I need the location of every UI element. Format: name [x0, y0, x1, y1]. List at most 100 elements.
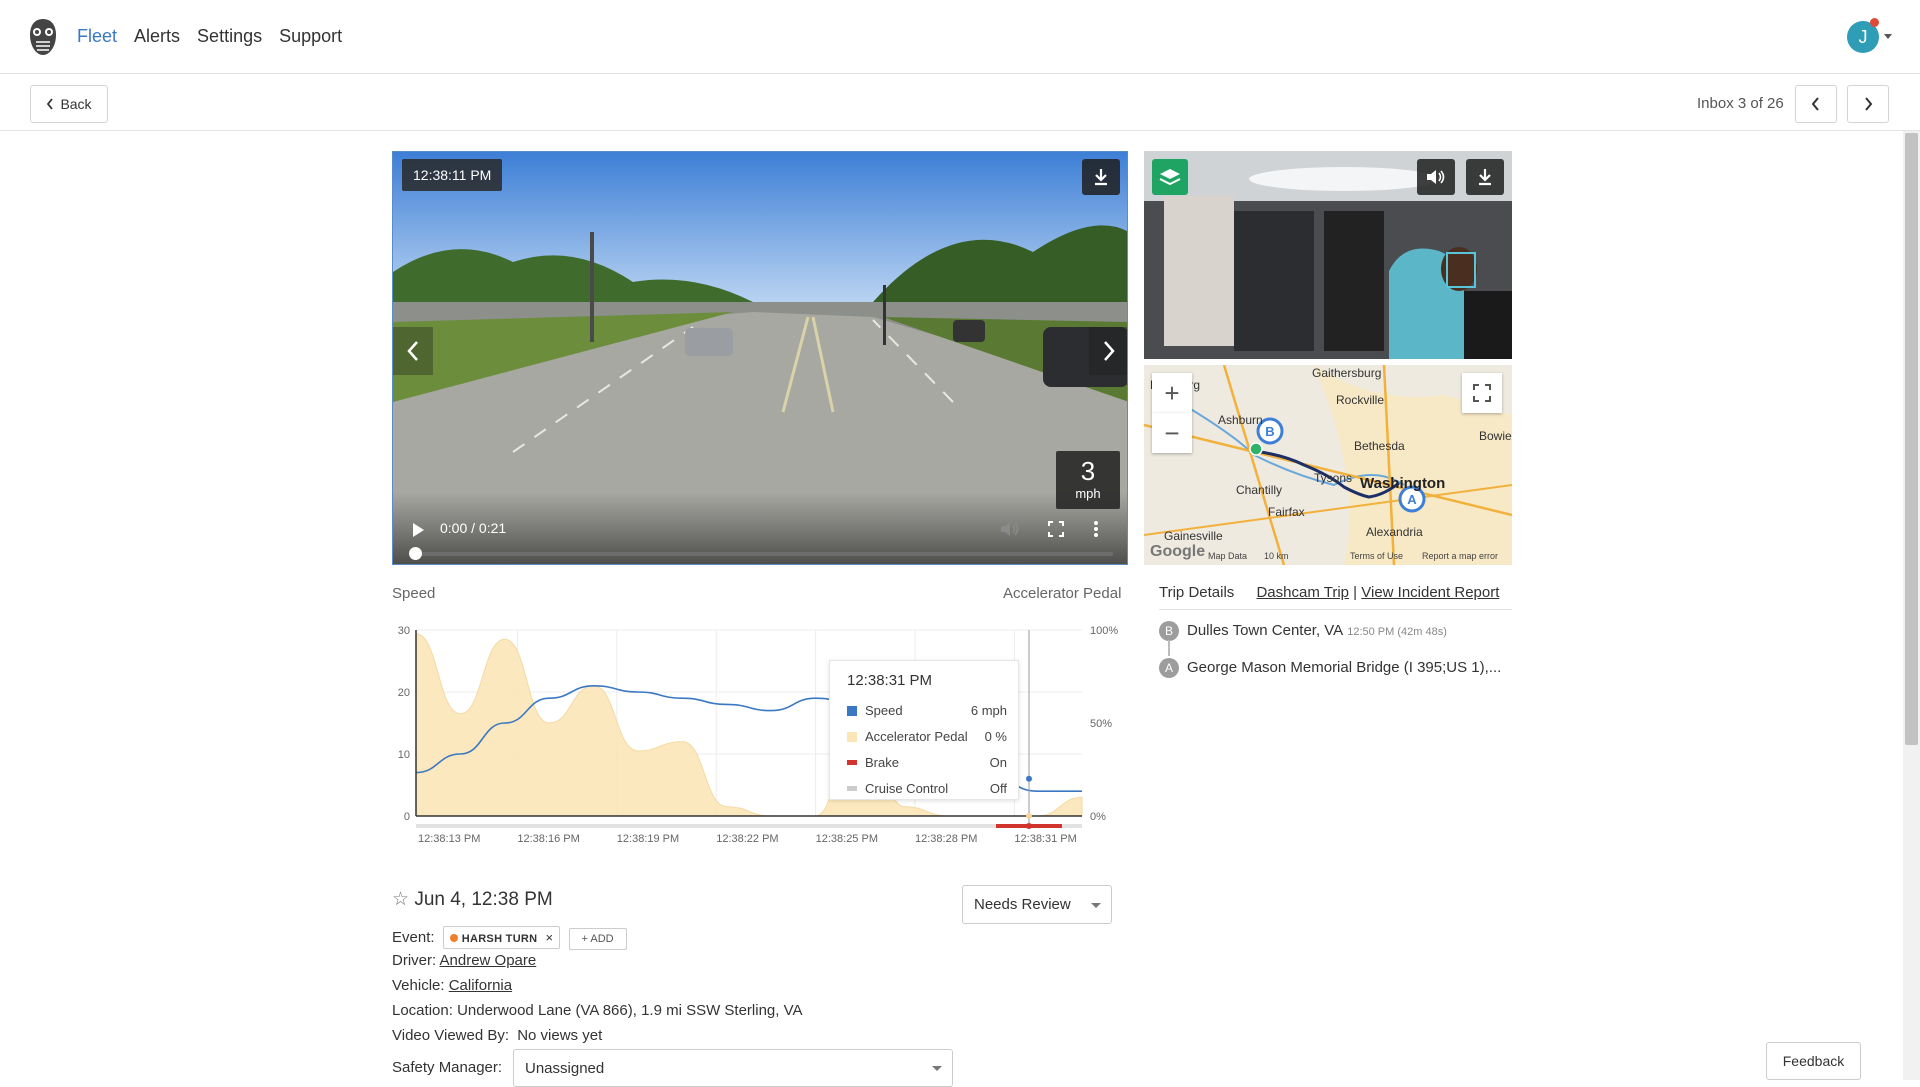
cruise-control-track [416, 824, 1082, 828]
manager-label: Safety Manager: [392, 1059, 503, 1076]
incident-report-link[interactable]: View Incident Report [1361, 584, 1499, 601]
vehicle-link[interactable]: California [449, 977, 512, 994]
top-nav: Fleet Alerts Settings Support J [0, 0, 1920, 74]
video-progress-track[interactable] [415, 552, 1113, 556]
safety-manager-dropdown[interactable]: Unassigned [513, 1049, 953, 1087]
more-options-icon[interactable] [1093, 520, 1099, 538]
map-footer-report[interactable]: Report a map error [1422, 551, 1498, 561]
prev-button[interactable] [1795, 85, 1837, 123]
zoom-in-button[interactable]: + [1152, 373, 1192, 413]
star-icon[interactable]: ☆ [392, 889, 409, 910]
tooltip-row-accelerator: Accelerator Pedal 0 % [847, 729, 1007, 744]
download-icon [1095, 169, 1107, 186]
trip-tabs: Trip Details Dashcam Trip | View Inciden… [1159, 584, 1499, 601]
location-row: Location: Underwood Lane (VA 866), 1.9 m… [392, 1002, 803, 1019]
vehicle-marker-icon [1249, 442, 1263, 456]
stop-pin: A [1159, 658, 1179, 678]
minus-icon: − [1164, 417, 1180, 448]
tooltip-value: On [989, 755, 1007, 770]
add-event-button[interactable]: + ADD [568, 928, 627, 950]
viewed-value: No views yet [517, 1027, 603, 1044]
y-tick-label: 10 [398, 749, 410, 761]
video-time: 0:00 / 0:21 [440, 520, 507, 536]
map-label: Washington [1360, 475, 1446, 492]
back-button[interactable]: Back [30, 85, 108, 123]
scrollbar-thumb[interactable] [1905, 133, 1918, 745]
svg-text:B: B [1265, 424, 1274, 439]
divider [1159, 609, 1512, 610]
inbox-counter: Inbox 3 of 26 [1697, 95, 1784, 112]
legend-swatch [847, 706, 857, 716]
y2-tick-label: 100% [1090, 625, 1118, 637]
dashcam-trip-link[interactable]: Dashcam Trip [1256, 584, 1349, 601]
sub-toolbar: Back Inbox 3 of 26 [0, 75, 1920, 131]
road-video-player[interactable]: 12:38:11 PM 3 mph 0:00 / 0:21 [392, 151, 1128, 565]
map-footer-data[interactable]: Map Data [1208, 551, 1247, 561]
tab-trip-details[interactable]: Trip Details [1159, 584, 1234, 601]
next-button[interactable] [1847, 85, 1889, 123]
volume-icon[interactable] [999, 520, 1021, 538]
nav-settings[interactable]: Settings [197, 26, 262, 47]
x-tick-label: 12:38:25 PM [816, 833, 878, 845]
nav-alerts[interactable]: Alerts [134, 26, 180, 47]
map-footer-terms[interactable]: Terms of Use [1350, 551, 1403, 561]
back-label: Back [60, 96, 92, 112]
close-icon[interactable]: × [545, 930, 553, 945]
download-button[interactable] [1466, 159, 1504, 195]
map-label: Bethesda [1354, 439, 1405, 453]
tooltip-value: Off [989, 781, 1007, 796]
nav-support[interactable]: Support [279, 26, 342, 47]
plus-icon: + [1164, 377, 1180, 408]
owl-logo-icon[interactable] [28, 18, 58, 56]
event-tag-text: HARSH TURN [461, 933, 538, 945]
status-dropdown[interactable]: Needs Review [962, 885, 1112, 924]
event-date-text: Jun 4, 12:38 PM [414, 889, 553, 910]
play-icon[interactable] [411, 522, 425, 538]
fullscreen-icon[interactable] [1048, 521, 1064, 537]
y-tick-label: 0 [404, 811, 410, 823]
next-frame-button[interactable] [1089, 327, 1127, 375]
chart-tooltip: 12:38:31 PM Speed 6 mph Accelerator Pedal… [829, 660, 1019, 800]
tooltip-row-speed: Speed 6 mph [847, 703, 1007, 718]
fullscreen-icon [1473, 384, 1491, 402]
x-tick-label: 12:38:16 PM [517, 833, 579, 845]
stop-connector [1168, 640, 1170, 656]
location-value: Underwood Lane (VA 866), 1.9 mi SSW Ster… [457, 1002, 803, 1019]
trip-stop-a: A George Mason Memorial Bridge (I 395;US … [1159, 658, 1501, 678]
chart-title-accelerator: Accelerator Pedal [1003, 585, 1122, 602]
x-tick-label: 12:38:13 PM [418, 833, 480, 845]
location-label: Location: [392, 1002, 453, 1019]
prev-frame-button[interactable] [393, 327, 433, 375]
map-fullscreen-button[interactable] [1462, 373, 1502, 413]
event-date: ☆ Jun 4, 12:38 PM [392, 888, 553, 911]
interior-camera[interactable] [1144, 151, 1512, 359]
download-button[interactable] [1082, 159, 1120, 195]
feedback-button[interactable]: Feedback [1766, 1042, 1861, 1080]
chevron-left-icon [407, 341, 418, 361]
y2-tick-label: 0% [1090, 811, 1106, 823]
chart-title-speed: Speed [392, 585, 436, 602]
layers-button[interactable] [1152, 159, 1188, 195]
audio-button[interactable] [1417, 159, 1455, 195]
stop-pin: B [1159, 621, 1179, 641]
tooltip-label: Speed [865, 703, 903, 718]
legend-swatch [847, 786, 857, 791]
zoom-out-button[interactable]: − [1152, 413, 1192, 453]
stop-name: Dulles Town Center, VA [1187, 622, 1344, 639]
nav-fleet[interactable]: Fleet [77, 26, 117, 47]
driver-link[interactable]: Andrew Opare [440, 952, 537, 969]
cursor-point-speed [1026, 775, 1032, 782]
svg-text:A: A [1407, 492, 1417, 507]
chevron-left-icon [1811, 97, 1819, 111]
x-tick-label: 12:38:31 PM [1014, 833, 1076, 845]
chevron-left-icon [47, 98, 54, 110]
x-tick-label: 12:38:19 PM [617, 833, 679, 845]
trip-stop-b: B Dulles Town Center, VA 12:50 PM (42m 48s… [1159, 621, 1447, 641]
event-tag[interactable]: HARSH TURN × [442, 926, 561, 949]
trip-map[interactable]: B A Gaithersburg Leesburg Rockville Ashb… [1144, 365, 1512, 565]
video-progress-knob[interactable] [409, 547, 422, 560]
link-separator: | [1353, 584, 1358, 601]
map-label: Chantilly [1236, 483, 1283, 497]
map-label: Rockville [1336, 393, 1385, 407]
chevron-down-icon[interactable] [1884, 34, 1892, 39]
